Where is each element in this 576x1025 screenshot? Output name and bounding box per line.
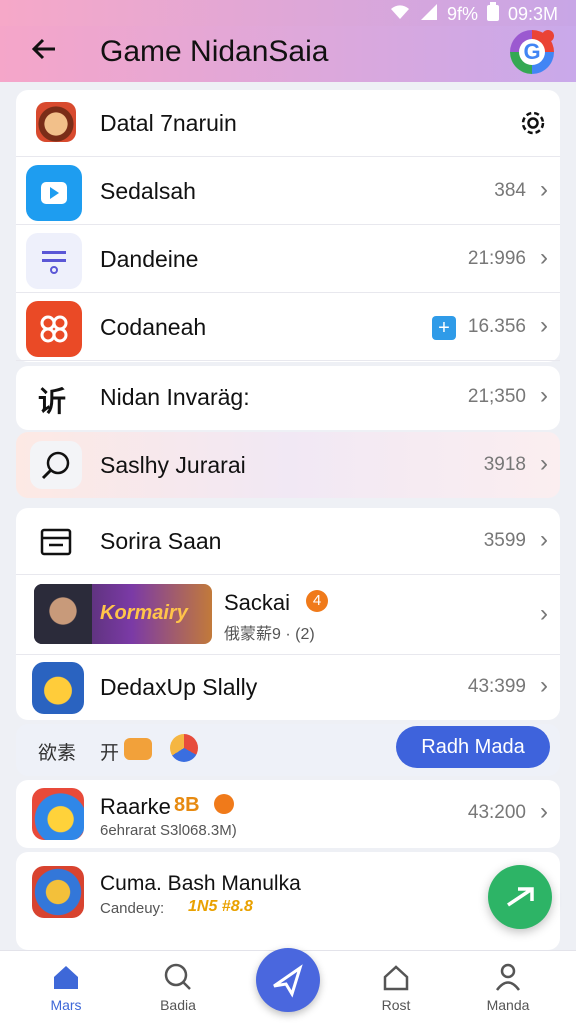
- gear-icon: [521, 111, 545, 135]
- list-item-label: Codaneah: [100, 314, 207, 340]
- list-item-sorira[interactable]: Sorira Saan 3599 ›: [16, 508, 560, 575]
- nav-home[interactable]: Mars: [18, 961, 114, 1013]
- list-item-subtitle: Candeuy:: [100, 900, 165, 917]
- list-item-value: 384: [494, 180, 526, 201]
- nav-center-button[interactable]: [256, 948, 320, 1012]
- list-item-label: Nidan Invaräg:: [100, 384, 250, 410]
- battery-icon: [486, 2, 500, 27]
- list-item-title: Raarke: [100, 794, 171, 819]
- list-item-value: 16.356: [467, 316, 526, 337]
- list-item-label: Sedalsah: [100, 178, 196, 204]
- chevron-right-icon: ›: [540, 672, 548, 699]
- battery-percent: 9f%: [446, 4, 478, 24]
- list-item-value: 43:200: [467, 802, 526, 823]
- highlight-mark: 8B: [174, 794, 200, 816]
- banner-subtitle: 俄蒙薪9 · (2): [224, 626, 315, 643]
- send-fab[interactable]: [488, 865, 552, 929]
- back-button[interactable]: [26, 34, 62, 70]
- list-item-value: 21;350: [467, 386, 526, 407]
- list-item-sedalsah[interactable]: Sedalsah 384 ›: [16, 158, 560, 225]
- status-time: 09:3M: [507, 4, 558, 24]
- game-character-icon: [36, 102, 76, 142]
- arrow-left-icon: [31, 38, 55, 60]
- list-item-sackai[interactable]: Kormairy Sackai 4 俄蒙薪9 · (2) ›: [16, 574, 560, 655]
- hero-portrait: [34, 584, 92, 644]
- home-icon: [18, 961, 114, 993]
- info-dot-icon: [214, 794, 234, 814]
- list-item-title: Cuma. Bash Manulka: [100, 872, 301, 895]
- list-item-value: 21:996: [467, 248, 526, 269]
- account-avatar[interactable]: G: [510, 30, 554, 74]
- notification-dot: [542, 30, 554, 42]
- list-item-raarke[interactable]: Raarke 8B 6ehrarat S3l068.3M) 43:200 ›: [16, 780, 560, 848]
- nav-search[interactable]: Badia: [130, 961, 226, 1013]
- banner-logo-text: Kormairy: [100, 602, 188, 624]
- nav-label: Manda: [486, 997, 530, 1013]
- list-item-dandeine[interactable]: Dandeine 21:996 ›: [16, 226, 560, 293]
- house-outline-icon: [348, 961, 444, 993]
- game-app-icon: [32, 662, 84, 714]
- chevron-right-icon: ›: [540, 244, 548, 271]
- chevron-right-icon: ›: [540, 382, 548, 409]
- list-item-label: Datal 7naruin: [100, 110, 237, 136]
- game-app-icon: [32, 866, 84, 918]
- game-banner-image: Kormairy: [34, 584, 212, 644]
- filter-app-icon: [26, 233, 82, 289]
- search-app-icon: [30, 441, 82, 489]
- nav-label: Badia: [160, 997, 196, 1013]
- chevron-right-icon: ›: [540, 176, 548, 203]
- list-item-label: DedaxUp Slally: [100, 674, 258, 700]
- list-item-nidan[interactable]: 䜣 Nidan Invaräg: 21;350 ›: [16, 364, 560, 430]
- emoji-face-icon: [124, 738, 152, 760]
- list-item-label: Saslhy Jurarai: [100, 452, 246, 478]
- chevron-right-icon: ›: [540, 798, 548, 825]
- list-item-saslhy[interactable]: Saslhy Jurarai 3918 ›: [16, 432, 560, 498]
- status-bar: 9f% 09:3M: [0, 0, 576, 26]
- read-more-button[interactable]: Radh Mada: [396, 726, 550, 768]
- person-icon: [460, 961, 556, 993]
- chevron-right-icon: ›: [540, 450, 548, 477]
- list-item-cuma[interactable]: Cuma. Bash Manulka Candeuy: 1N5 #8.8: [16, 852, 560, 932]
- list-item-dedaxup[interactable]: DedaxUp Slally 43:399 ›: [16, 654, 560, 720]
- nav-label: Rost: [381, 997, 411, 1013]
- nav-label: Mars: [50, 997, 82, 1013]
- list-item-value: 3599: [483, 530, 526, 551]
- signal-icon: [419, 3, 439, 26]
- chevron-right-icon: ›: [540, 600, 548, 627]
- nav-post[interactable]: Rost: [348, 961, 444, 1013]
- list-item-label: Sorira Saan: [100, 528, 222, 554]
- list-icon: [40, 528, 72, 561]
- game-app-icon: [32, 788, 84, 840]
- search-icon: [130, 961, 226, 993]
- list-item-label: Dandeine: [100, 246, 199, 272]
- list-item-accent: 1N5 #8.8: [188, 898, 253, 915]
- list-item-datal[interactable]: Datal 7naruin: [16, 90, 560, 157]
- filter-label-1[interactable]: 欲素: [38, 738, 76, 765]
- settings-button[interactable]: [516, 106, 550, 145]
- list-item-value: 3918: [483, 454, 526, 475]
- wifi-icon: [389, 3, 411, 26]
- send-icon: [507, 887, 534, 907]
- list-item-subtitle: 6ehrarat S3l068.3M): [100, 822, 237, 839]
- chevron-right-icon: ›: [540, 526, 548, 553]
- app-header: Game NidanSaia G: [0, 26, 576, 82]
- paper-plane-icon: [273, 964, 303, 998]
- count-badge: 4: [306, 590, 328, 612]
- plus-badge-icon[interactable]: +: [432, 316, 456, 340]
- language-icon: 䜣: [38, 386, 67, 417]
- chevron-right-icon: ›: [540, 312, 548, 339]
- page-title: Game NidanSaia: [100, 35, 329, 68]
- nav-profile[interactable]: Manda: [460, 961, 556, 1013]
- list-item-codaneah[interactable]: Codaneah + 16.356 ›: [16, 294, 560, 361]
- filter-label-2[interactable]: 开: [100, 738, 119, 765]
- game-mini-icon: [170, 734, 198, 762]
- grid-app-icon: [26, 301, 82, 357]
- list-item-value: 43:399: [467, 676, 526, 697]
- play-app-icon: [26, 165, 82, 221]
- banner-title: Sackai: [224, 590, 291, 615]
